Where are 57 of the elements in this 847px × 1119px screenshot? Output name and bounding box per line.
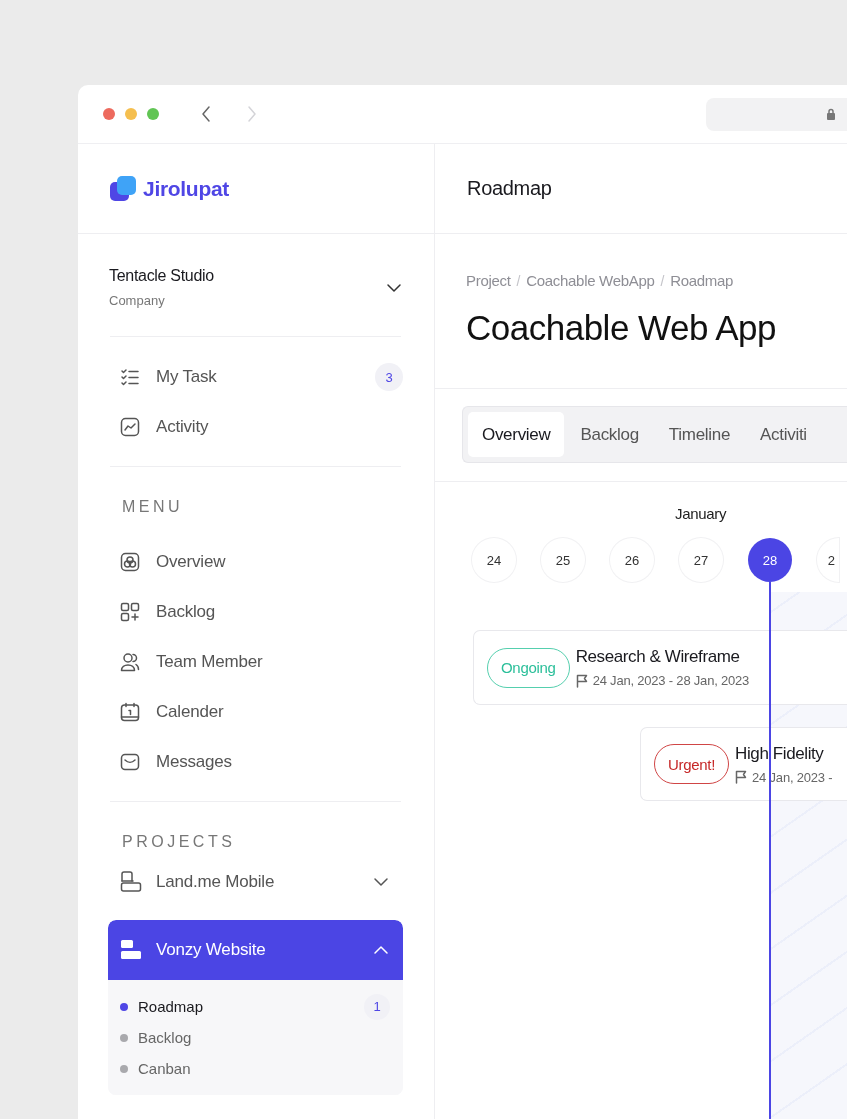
lock-icon [826,108,836,120]
layout-icon [120,871,142,893]
day-circle[interactable]: 24 [472,538,516,582]
section-heading: PROJECTS [121,832,237,852]
window-control-icon[interactable] [147,108,159,120]
nav-item[interactable]: Messages [109,737,403,787]
workspace-name: Tentacle Studio [109,266,214,286]
workspace-type: Company [109,292,166,310]
flag-icon [575,673,588,688]
submenu-item[interactable]: Backlog [120,1022,390,1053]
submenu-item[interactable]: Roadmap 1 [120,991,390,1022]
window-control-icon[interactable] [125,108,137,120]
page-header-title: Roadmap [467,177,552,200]
project-item[interactable]: Land.me Mobile [108,857,403,907]
month-label: January [675,505,727,522]
mail-icon [120,752,140,772]
task-dates: 24 Jan, 2023 - 28 Jan, 2023 [592,673,750,688]
project-item[interactable]: Vonzy Website [108,920,403,980]
tab[interactable]: Overview [468,412,565,457]
task-title: High Fidelity [735,743,825,764]
task-title: Research & Wireframe [575,647,741,667]
back-icon[interactable] [200,105,212,123]
nav-item[interactable]: Overview [109,537,403,587]
task-dates: 24 Jan, 2023 - [752,769,833,785]
task-card[interactable]: Ongoing Research & Wireframe 24 Jan, 2023 - 28 Jan, 2023 [473,630,847,705]
count-badge: 3 [375,363,403,391]
nav-item[interactable]: My Task 3 [109,352,403,402]
tab[interactable]: Activiti [746,412,821,457]
day-circle[interactable]: 25 [541,538,585,582]
breadcrumb-separator: / [516,272,521,290]
checklist-icon [120,367,140,387]
people-icon [120,652,140,672]
day-circle[interactable]: 26 [610,538,654,582]
page-title: Coachable Web App [466,307,777,349]
task-card[interactable]: Urgent! High Fidelity 24 Jan, 2023 - [640,727,847,801]
flag-icon [735,770,748,784]
logo-icon [109,174,137,203]
window-control-icon[interactable] [103,108,115,120]
layout-icon [120,939,142,961]
nav-item[interactable]: Backlog [109,587,403,637]
tab[interactable]: Timeline [654,412,745,457]
address-bar[interactable] [706,97,847,131]
nav-item[interactable]: Calender [109,687,403,737]
breadcrumb-separator: / [660,272,665,290]
calendar-icon [120,702,140,722]
section-heading: MENU [121,497,185,517]
grid-plus-icon [120,602,140,622]
day-circle[interactable]: 28 [748,538,792,582]
count-badge: 1 [364,993,390,1020]
nav-item[interactable]: Team Member [109,637,403,687]
brand-name: Jirolupat [143,176,229,201]
nav-item[interactable]: Activity [109,402,403,452]
chart-icon [120,417,140,437]
submenu-item[interactable]: Canban [120,1053,390,1084]
dashboard-icon [120,552,140,572]
day-circle[interactable]: 27 [679,538,723,582]
tab[interactable]: Backlog [566,412,653,457]
